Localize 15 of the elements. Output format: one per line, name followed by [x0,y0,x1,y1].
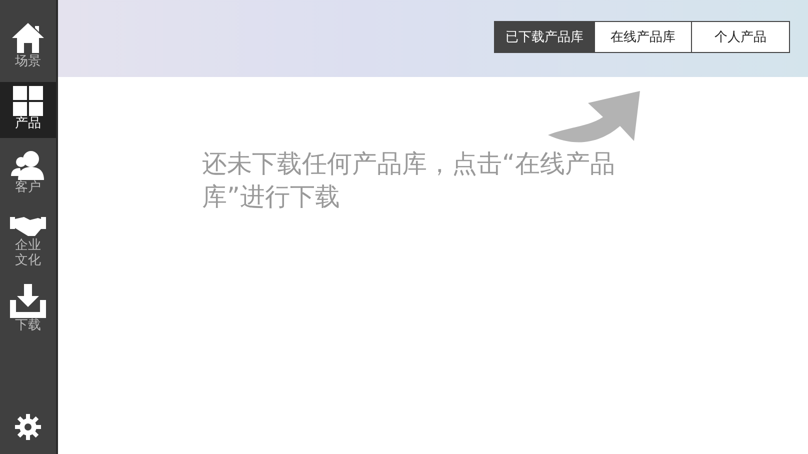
sidebar-item[interactable]: 下载 [0,280,56,337]
home-icon [11,22,45,54]
sidebar-item[interactable]: 客户 [0,146,56,202]
tab[interactable]: 个人产品 [691,22,789,52]
empty-message: 还未下载任何产品库，点击“在线产品库”进行下载 [202,148,616,213]
sidebar-item[interactable]: 企业文化 [0,210,56,272]
tab[interactable]: 在线产品库 [594,22,691,52]
settings-icon[interactable] [15,414,41,440]
grid-icon [13,86,43,116]
download-icon [10,284,46,318]
sidebar-item[interactable]: 场景 [0,18,56,74]
people-icon [10,150,46,180]
sidebar-item[interactable]: 产品 [0,82,56,138]
handshake-icon [10,214,46,238]
tab[interactable]: 已下载产品库 [495,22,594,52]
